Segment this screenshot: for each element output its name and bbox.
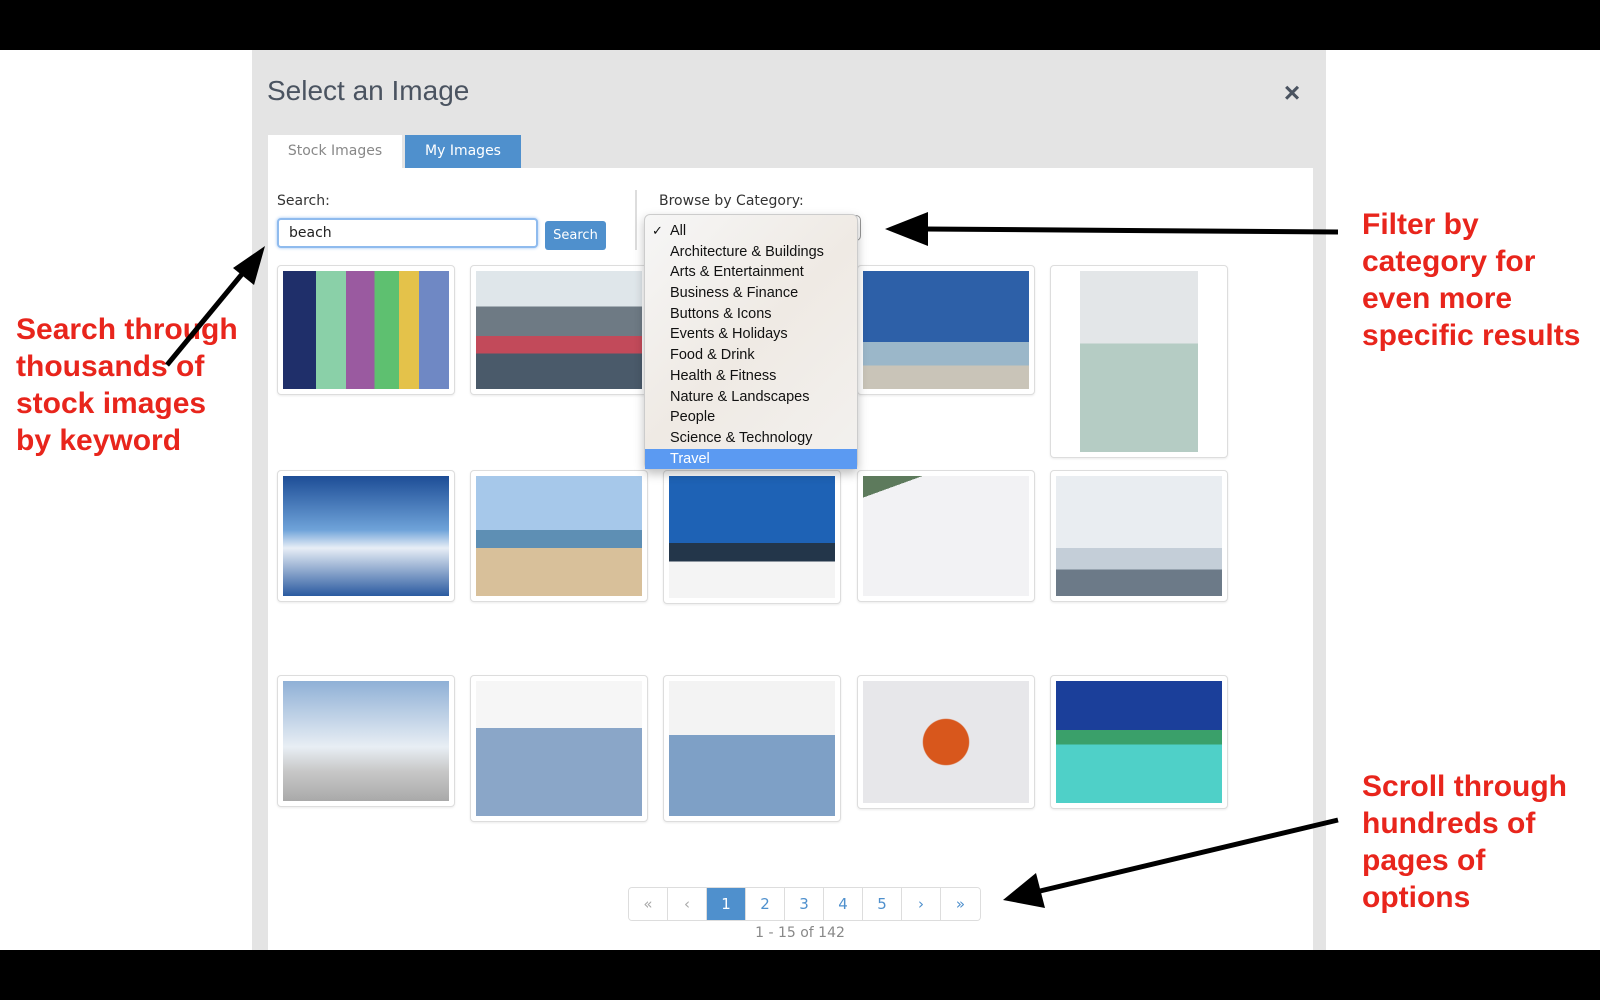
divider — [635, 190, 637, 250]
category-option-nature[interactable]: Nature & Landscapes — [645, 387, 857, 408]
stock-image — [1080, 271, 1198, 452]
stock-image — [476, 476, 642, 596]
option-label: Travel — [670, 450, 710, 467]
image-thumbnail[interactable] — [1050, 470, 1228, 602]
search-label: Search: — [277, 193, 330, 209]
category-option-buttons[interactable]: Buttons & Icons — [645, 304, 857, 325]
stock-image — [476, 681, 642, 816]
stock-image — [283, 681, 449, 801]
page-button-3[interactable]: 3 — [785, 888, 824, 920]
image-thumbnail[interactable] — [1050, 265, 1228, 458]
tab-my-images[interactable]: My Images — [405, 135, 521, 168]
image-thumbnail[interactable] — [470, 675, 648, 822]
category-option-food[interactable]: Food & Drink — [645, 345, 857, 366]
option-label: All — [670, 223, 687, 239]
image-thumbnail[interactable] — [857, 675, 1035, 809]
image-thumbnail[interactable] — [277, 265, 455, 395]
image-thumbnail[interactable] — [1050, 675, 1228, 809]
category-option-events[interactable]: Events & Holidays — [645, 324, 857, 345]
first-page-button[interactable]: « — [629, 888, 668, 920]
category-dropdown-menu[interactable]: ✓ All Architecture & Buildings Arts & Ent… — [644, 214, 858, 470]
page-button-4[interactable]: 4 — [824, 888, 863, 920]
option-label: Buttons & Icons — [670, 305, 772, 322]
annotation-search: Search through thousands of stock images… — [16, 313, 238, 457]
stock-image — [669, 476, 835, 598]
option-label: Science & Technology — [670, 429, 813, 446]
stock-image — [669, 681, 835, 816]
tab-stock-images[interactable]: Stock Images — [268, 135, 402, 168]
option-label: Health & Fitness — [670, 367, 777, 384]
image-thumbnail[interactable] — [663, 675, 841, 822]
search-button[interactable]: Search — [545, 221, 606, 250]
category-option-arts[interactable]: Arts & Entertainment — [645, 262, 857, 283]
page-button-5[interactable]: 5 — [863, 888, 902, 920]
option-label: People — [670, 409, 716, 426]
search-input[interactable] — [277, 218, 538, 248]
pagination: « ‹ 1 2 3 4 5 › » — [628, 887, 981, 921]
image-thumbnail[interactable] — [857, 470, 1035, 602]
image-thumbnail[interactable] — [277, 675, 455, 807]
results-summary: 1 - 15 of 142 — [755, 925, 845, 941]
page-button-2[interactable]: 2 — [746, 888, 785, 920]
annotation-filter: Filter by category for even more specifi… — [1362, 208, 1581, 352]
category-label: Browse by Category: — [659, 193, 804, 209]
category-option-people[interactable]: People — [645, 407, 857, 428]
stock-image — [283, 271, 449, 389]
stock-image — [863, 681, 1029, 803]
image-thumbnail[interactable] — [857, 265, 1035, 395]
option-label: Nature & Landscapes — [670, 388, 810, 405]
image-thumbnail[interactable] — [663, 470, 841, 604]
option-label: Architecture & Buildings — [670, 243, 824, 260]
letterbox-bottom — [0, 950, 1600, 1000]
image-thumbnail[interactable] — [470, 265, 648, 395]
last-page-button[interactable]: » — [941, 888, 980, 920]
stock-image — [863, 476, 1029, 596]
stock-image — [1056, 476, 1222, 596]
option-label: Events & Holidays — [670, 326, 788, 343]
next-page-button[interactable]: › — [902, 888, 941, 920]
category-option-architecture[interactable]: Architecture & Buildings — [645, 242, 857, 263]
prev-page-button[interactable]: ‹ — [668, 888, 707, 920]
letterbox-top — [0, 0, 1600, 50]
category-option-science[interactable]: Science & Technology — [645, 428, 857, 449]
page-button-1[interactable]: 1 — [707, 888, 746, 920]
category-option-all[interactable]: ✓ All — [645, 221, 857, 242]
image-thumbnail[interactable] — [470, 470, 648, 602]
close-icon[interactable]: × — [1277, 78, 1307, 108]
stock-image — [283, 476, 449, 596]
checkmark-icon: ✓ — [652, 223, 663, 238]
image-thumbnail[interactable] — [277, 470, 455, 602]
stock-image — [863, 271, 1029, 389]
category-option-health[interactable]: Health & Fitness — [645, 366, 857, 387]
category-option-business[interactable]: Business & Finance — [645, 283, 857, 304]
category-option-travel[interactable]: Travel — [645, 448, 857, 470]
modal-title: Select an Image — [267, 75, 470, 106]
stock-image — [1056, 681, 1222, 803]
option-label: Arts & Entertainment — [670, 264, 804, 281]
stock-image — [476, 271, 642, 389]
option-label: Food & Drink — [670, 347, 755, 364]
option-label: Business & Finance — [670, 285, 799, 302]
annotation-scroll: Scroll through hundreds of pages of opti… — [1362, 770, 1567, 914]
